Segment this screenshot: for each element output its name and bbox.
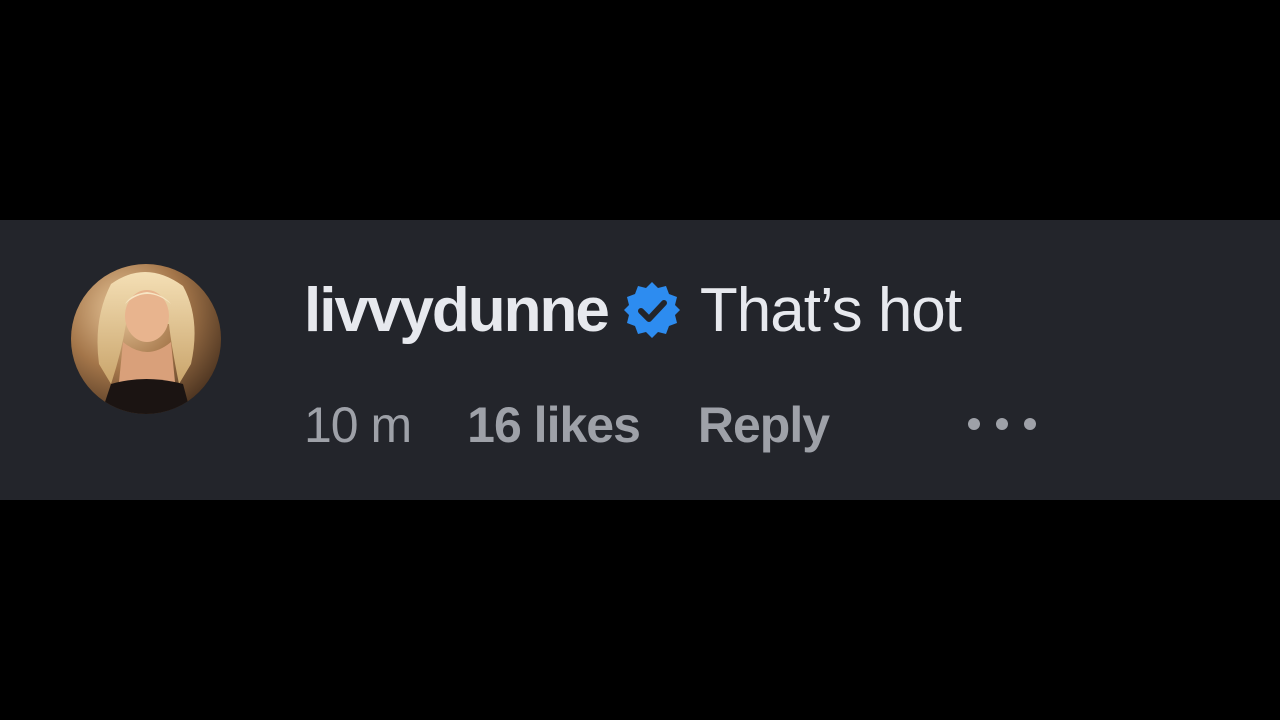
verified-badge-icon <box>622 280 682 340</box>
comment-meta: 10 m 16 likes Reply <box>304 390 830 460</box>
likes-count[interactable]: 16 likes <box>467 396 641 454</box>
comment-text: That’s hot <box>699 275 962 345</box>
comment-row: livvydunne That’s hot 10 m 16 likes Repl… <box>0 220 1280 500</box>
profile-photo <box>71 264 221 414</box>
username-link[interactable]: livvydunne <box>304 275 610 346</box>
avatar[interactable] <box>71 264 221 414</box>
more-options-icon[interactable] <box>964 410 1044 438</box>
comment-line: livvydunne That’s hot <box>304 272 962 348</box>
reply-button[interactable]: Reply <box>698 396 830 454</box>
comment-timestamp: 10 m <box>304 397 412 453</box>
